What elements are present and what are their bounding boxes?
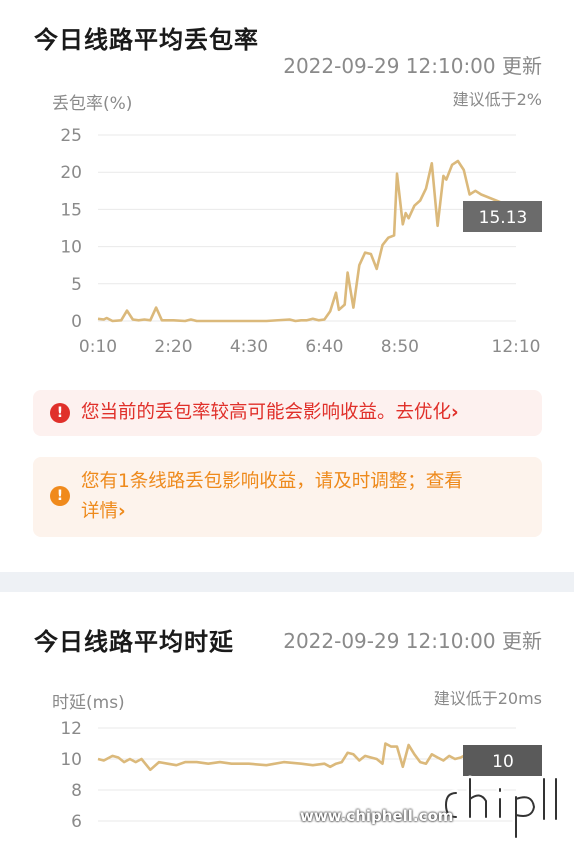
high-loss-alert-text: 您当前的丢包率较高可能会影响收益。去优化 xyxy=(81,402,452,423)
chevron-right-icon: › xyxy=(451,402,459,423)
packet-loss-title: 今日线路平均丢包率 xyxy=(34,26,259,54)
view-details-link[interactable]: 详情 xyxy=(81,501,118,522)
warning-icon: ! xyxy=(50,486,70,506)
line-loss-alert[interactable]: ! 您有1条线路丢包影响收益，请及时调整；查看 详情› xyxy=(33,457,542,537)
packet-loss-chart[interactable]: 0 5 10 15 20 25 0:10 2:20 4:30 6:40 8:50 12:10 15.… xyxy=(0,110,574,360)
y-tick-label: 20 xyxy=(60,163,82,183)
y-tick-label: 5 xyxy=(71,275,82,295)
x-tick-label: 6:40 xyxy=(305,337,343,357)
x-tick-label: 0:10 xyxy=(79,337,117,357)
x-tick-label: 4:30 xyxy=(230,337,268,357)
watermark-url: www.chiphell.com xyxy=(300,807,454,825)
x-tick-label: 12:10 xyxy=(492,337,541,357)
line-loss-alert-text: 您有1条线路丢包影响收益，请及时调整；查看 xyxy=(81,471,463,492)
y-tick-label: 12 xyxy=(60,720,82,739)
section-divider xyxy=(0,572,574,592)
y-tick-label: 6 xyxy=(71,812,82,832)
y-tick-label: 8 xyxy=(71,781,82,801)
chevron-right-icon: › xyxy=(118,501,126,522)
packet-loss-tooltip: 15.13 xyxy=(479,208,528,228)
packet-loss-timestamp: 2022-09-29 12:10:00 更新 xyxy=(283,54,542,78)
packet-loss-series-line xyxy=(97,159,517,323)
x-tick-label: 8:50 xyxy=(381,337,419,357)
packet-loss-hint: 建议低于2% xyxy=(452,90,542,109)
y-tick-label: 10 xyxy=(60,238,82,258)
chiphell-logo xyxy=(442,775,560,841)
chiphell-watermark: www.chiphell.com xyxy=(300,749,560,841)
latency-card: 今日线路平均时延 2022-09-29 12:10:00 更新 时延(ms) 建… xyxy=(0,592,574,845)
latency-timestamp: 2022-09-29 12:10:00 更新 xyxy=(283,629,542,653)
high-loss-alert[interactable]: ! 您当前的丢包率较高可能会影响收益。去优化› xyxy=(33,390,542,436)
x-tick-label: 2:20 xyxy=(154,337,192,357)
y-tick-label: 15 xyxy=(60,200,82,220)
y-tick-label: 10 xyxy=(60,750,82,770)
latency-y-axis-label: 时延(ms) xyxy=(52,693,125,713)
latency-title: 今日线路平均时延 xyxy=(34,628,234,656)
y-tick-label: 0 xyxy=(71,312,82,332)
latency-hint: 建议低于20ms xyxy=(433,689,542,708)
y-tick-label: 25 xyxy=(60,126,82,146)
error-icon: ! xyxy=(50,403,70,423)
packet-loss-card: 今日线路平均丢包率 2022-09-29 12:10:00 更新 丢包率(%) … xyxy=(0,0,574,572)
